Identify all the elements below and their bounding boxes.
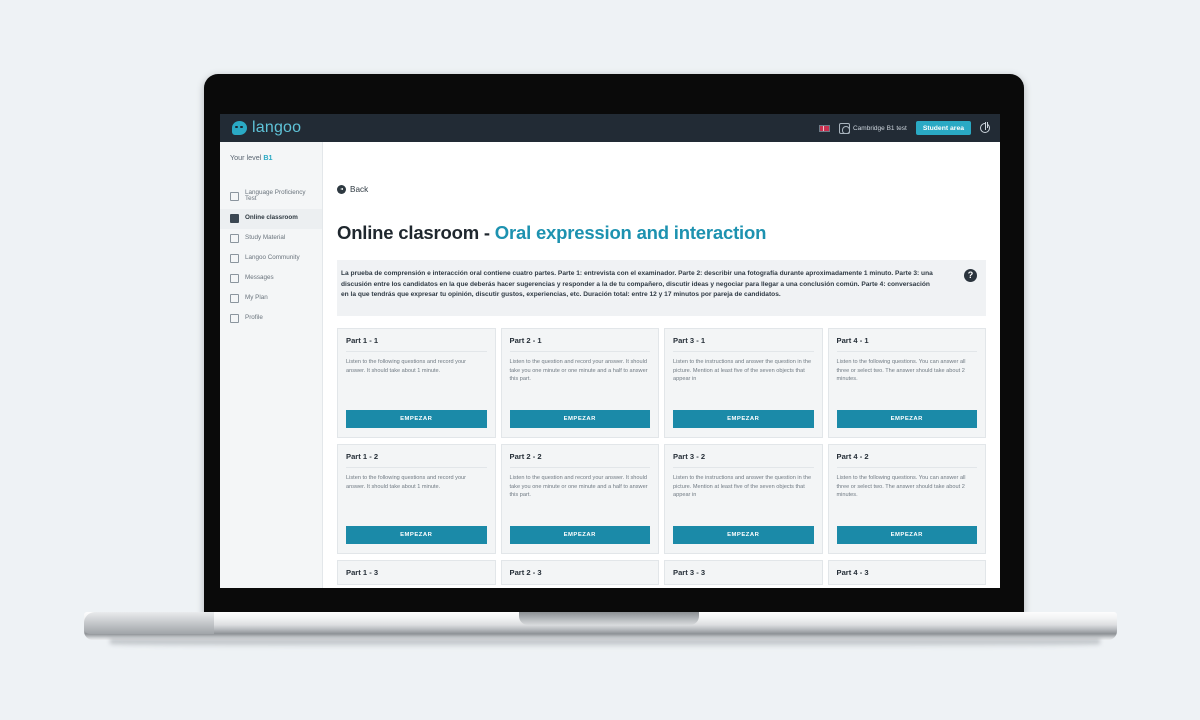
page-title-accent: Oral expression and interaction bbox=[494, 222, 767, 243]
part-card-title: Part 3 - 3 bbox=[673, 568, 706, 577]
sidebar-item-label: Langoo Community bbox=[245, 254, 300, 262]
card-icon bbox=[230, 294, 239, 304]
user-level: Your level B1 bbox=[220, 150, 322, 162]
part-card: Part 3 - 1 Listen to the instructions and… bbox=[664, 328, 823, 438]
start-button[interactable]: EMPEZAR bbox=[836, 410, 977, 428]
help-question-icon[interactable]: ? bbox=[964, 269, 977, 282]
people-icon bbox=[230, 254, 239, 264]
sidebar-item-label: Messages bbox=[245, 274, 274, 282]
sidebar-item-study-material[interactable]: Study Material bbox=[220, 229, 322, 249]
start-button[interactable]: EMPEZAR bbox=[673, 410, 814, 428]
part-card: Part 2 - 1 Listen to the question and rec… bbox=[500, 328, 659, 438]
part-card-title: Part 2 - 1 bbox=[509, 336, 650, 352]
speech-bubble-icon bbox=[232, 121, 247, 135]
part-card-title: Part 1 - 3 bbox=[346, 568, 379, 577]
part-card-title: Part 3 - 1 bbox=[673, 336, 814, 352]
sidebar-item-label: Profile bbox=[245, 314, 263, 322]
back-arrow-icon bbox=[337, 185, 346, 194]
main-content: Back Online clasroom - Oral expression a… bbox=[323, 142, 1000, 588]
start-button[interactable]: EMPEZAR bbox=[346, 410, 487, 428]
page-title: Online clasroom - Oral expression and in… bbox=[337, 222, 986, 244]
part-card-title: Part 2 - 2 bbox=[509, 452, 650, 468]
info-panel: La prueba de comprensión e interacción o… bbox=[337, 260, 986, 316]
laptop-base-left-cap bbox=[84, 612, 214, 634]
part-card: Part 4 - 2 Listen to the following questi… bbox=[827, 444, 986, 554]
sidebar-item-my-plan[interactable]: My Plan bbox=[220, 289, 322, 309]
part-card-grid: Part 1 - 1 Listen to the following questi… bbox=[337, 328, 986, 585]
monitor-icon bbox=[230, 214, 239, 224]
sidebar-item-langoo-community[interactable]: Langoo Community bbox=[220, 249, 322, 269]
envelope-icon bbox=[230, 274, 239, 284]
laptop-base-notch bbox=[519, 612, 699, 625]
back-link[interactable]: Back bbox=[337, 185, 368, 194]
part-card: Part 3 - 2 Listen to the instructions and… bbox=[664, 444, 823, 554]
start-button[interactable]: EMPEZAR bbox=[509, 526, 650, 544]
brand-logo[interactable]: langoo bbox=[232, 119, 301, 137]
student-area-button[interactable]: Student area bbox=[915, 121, 971, 135]
part-card-description: Listen to the instructions and answer th… bbox=[673, 359, 812, 382]
part-card-title: Part 3 - 2 bbox=[673, 452, 814, 468]
sidebar-item-language-proficiency-test[interactable]: Language Proficiency Test bbox=[220, 184, 322, 209]
start-button[interactable]: EMPEZAR bbox=[836, 526, 977, 544]
top-navigation-bar: langoo Cambridge B1 test Student area bbox=[220, 114, 1000, 142]
book-icon bbox=[230, 234, 239, 244]
back-label: Back bbox=[350, 185, 369, 194]
part-card: Part 1 - 2 Listen to the following questi… bbox=[337, 444, 496, 554]
sidebar-item-label: Study Material bbox=[245, 234, 286, 242]
part-card: Part 3 - 3 bbox=[664, 560, 823, 585]
cambridge-lock-icon bbox=[838, 122, 850, 134]
part-card-description: Listen to the question and record your a… bbox=[509, 359, 648, 382]
sidebar-item-label: My Plan bbox=[245, 294, 268, 302]
topbar-actions: Cambridge B1 test Student area bbox=[818, 121, 990, 135]
start-button[interactable]: EMPEZAR bbox=[673, 526, 814, 544]
start-button[interactable]: EMPEZAR bbox=[509, 410, 650, 428]
app-body: Your level B1 Language Proficiency Test O… bbox=[220, 142, 1000, 588]
user-level-prefix: Your level bbox=[230, 153, 264, 162]
part-card: Part 4 - 1 Listen to the following questi… bbox=[827, 328, 986, 438]
part-card-description: Listen to the following questions and re… bbox=[346, 359, 467, 374]
id-card-icon bbox=[230, 314, 239, 324]
part-card-title: Part 4 - 2 bbox=[836, 452, 977, 468]
part-card-title: Part 2 - 3 bbox=[509, 568, 542, 577]
cambridge-test-link[interactable]: Cambridge B1 test bbox=[838, 122, 907, 134]
part-card: Part 1 - 3 bbox=[337, 560, 496, 585]
part-card-description: Listen to the following questions and re… bbox=[346, 475, 467, 490]
cambridge-test-label: Cambridge B1 test bbox=[852, 124, 907, 132]
part-card-description: Listen to the following questions. You c… bbox=[836, 359, 966, 382]
user-level-value: B1 bbox=[263, 153, 273, 162]
sidebar: Your level B1 Language Proficiency Test O… bbox=[220, 142, 323, 588]
part-card-description: Listen to the following questions. You c… bbox=[836, 475, 966, 498]
sidebar-item-online-classroom[interactable]: Online classroom bbox=[220, 208, 322, 229]
part-card: Part 4 - 3 bbox=[827, 560, 986, 585]
part-card-title: Part 1 - 1 bbox=[346, 336, 487, 352]
part-card-title: Part 4 - 1 bbox=[836, 336, 977, 352]
sidebar-item-profile[interactable]: Profile bbox=[220, 309, 322, 329]
start-button[interactable]: EMPEZAR bbox=[346, 526, 487, 544]
part-card-title: Part 4 - 3 bbox=[836, 568, 869, 577]
power-icon[interactable] bbox=[980, 122, 990, 133]
part-card-description: Listen to the instructions and answer th… bbox=[673, 475, 812, 498]
app-viewport: langoo Cambridge B1 test Student area Yo… bbox=[220, 114, 1000, 588]
sidebar-item-label: Language Proficiency Test bbox=[245, 188, 306, 203]
brand-name: langoo bbox=[252, 119, 302, 136]
uk-flag-icon[interactable] bbox=[818, 124, 830, 132]
laptop-base-shadow bbox=[110, 639, 1100, 648]
part-card: Part 1 - 1 Listen to the following questi… bbox=[337, 328, 496, 438]
document-icon bbox=[230, 191, 239, 201]
part-card-description: Listen to the question and record your a… bbox=[509, 475, 648, 498]
part-card: Part 2 - 2 Listen to the question and rec… bbox=[500, 444, 659, 554]
page-title-main: Online clasroom - bbox=[337, 222, 495, 243]
part-card-title: Part 1 - 2 bbox=[346, 452, 487, 468]
sidebar-item-messages[interactable]: Messages bbox=[220, 269, 322, 289]
sidebar-item-label: Online classroom bbox=[245, 214, 298, 222]
sidebar-nav: Language Proficiency Test Online classroo… bbox=[220, 184, 322, 329]
part-card: Part 2 - 3 bbox=[500, 560, 659, 585]
info-text: La prueba de comprensión e interacción o… bbox=[341, 270, 933, 299]
